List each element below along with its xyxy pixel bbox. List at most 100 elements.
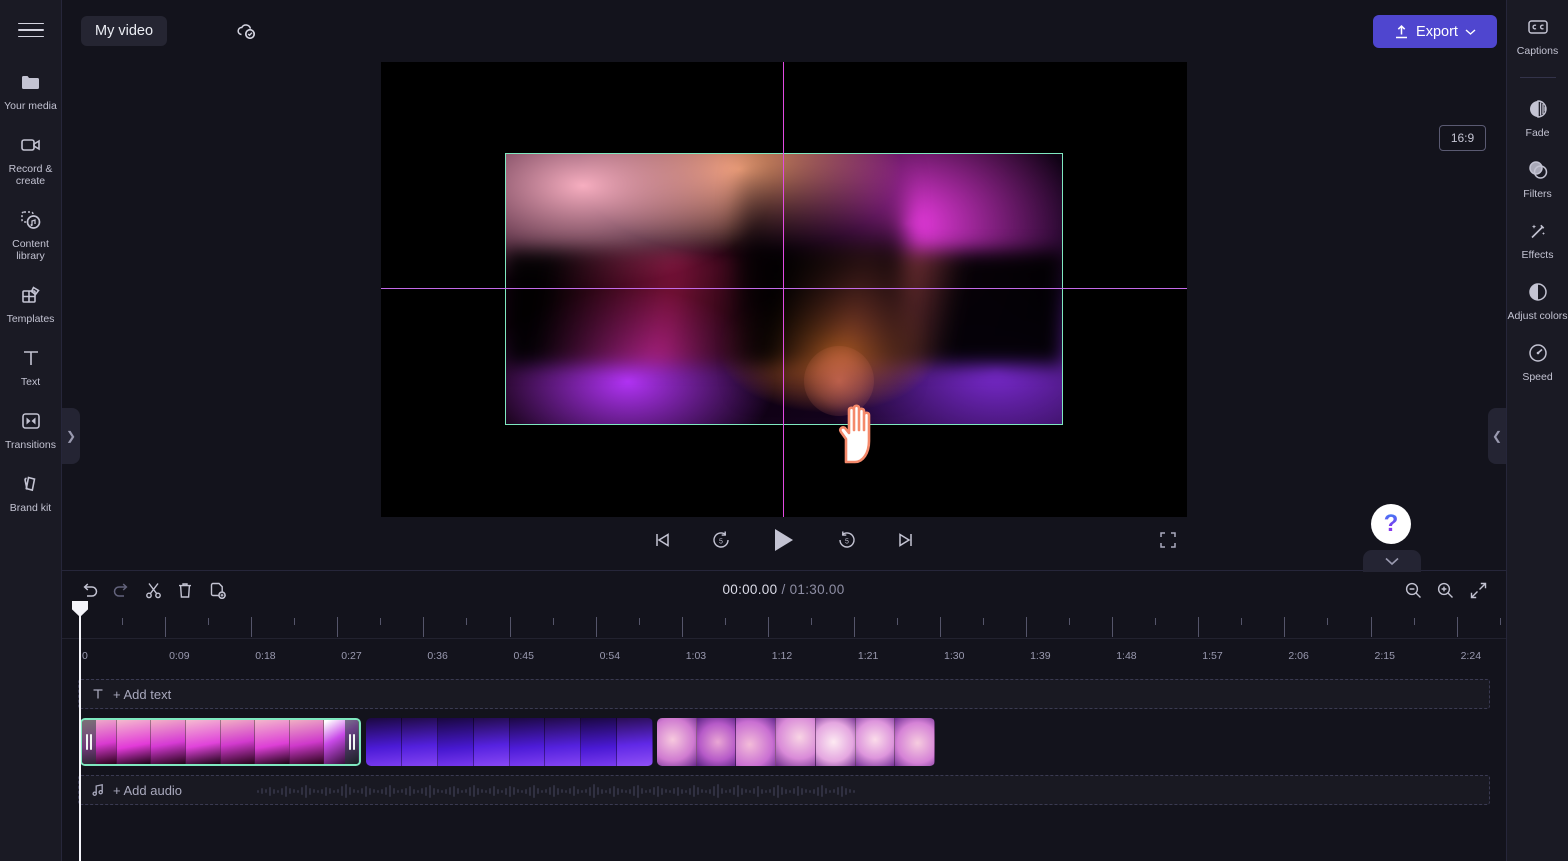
panel-divider — [1519, 77, 1556, 78]
brand-kit-icon — [18, 471, 44, 497]
right-sidebar: Captions Fade Filters Effects Adjust col… — [1506, 0, 1568, 861]
forward-5-button[interactable]: 5 — [831, 524, 863, 556]
undo-button[interactable] — [76, 578, 102, 602]
split-button[interactable] — [140, 578, 166, 602]
svg-text:5: 5 — [719, 539, 723, 546]
skip-to-end-button[interactable] — [890, 524, 922, 556]
redo-arrow-icon — [113, 583, 127, 597]
ruler-tick-minor — [552, 618, 554, 625]
add-text-track[interactable]: + Add text — [78, 679, 1490, 709]
help-button[interactable]: ? — [1371, 504, 1411, 544]
replay-5-icon: 5 — [713, 531, 729, 548]
ruler-tick-minor — [1327, 618, 1329, 625]
ruler-tick-minor — [122, 618, 124, 625]
current-time: 00:00.00 — [722, 582, 778, 597]
ruler-tick-minor — [380, 618, 382, 625]
sidebar-label: Templates — [6, 313, 55, 325]
export-button[interactable]: Export — [1373, 15, 1497, 48]
timeline-collapse-tab[interactable] — [1363, 550, 1421, 572]
sidebar-item-text[interactable]: Text — [0, 345, 62, 388]
sidebar-label: Text — [20, 376, 41, 388]
cloud-saved-check-icon[interactable] — [234, 20, 258, 42]
playback-controls-bar: 5 5 — [62, 518, 1506, 562]
vertical-alignment-guide — [783, 62, 785, 517]
ruler-tick-major — [509, 617, 511, 637]
zoom-out-button[interactable] — [1400, 578, 1426, 602]
ruler-tick-major — [251, 617, 253, 637]
export-label: Export — [1416, 23, 1458, 40]
fullscreen-expand-icon — [1160, 532, 1176, 548]
panel-label: Effects — [1521, 249, 1554, 261]
redo-button[interactable] — [108, 578, 134, 602]
clip-trim-handle-right[interactable] — [345, 720, 359, 764]
add-audio-track[interactable]: + Add audio — [78, 775, 1490, 805]
chevron-left-icon: ❮ — [1491, 429, 1503, 443]
magic-wand-icon — [1525, 218, 1551, 244]
panel-item-adjust-colors[interactable]: Adjust colors — [1507, 279, 1568, 322]
text-t-icon — [93, 689, 103, 699]
sidebar-label: Brand kit — [9, 502, 52, 514]
fullscreen-button[interactable] — [1152, 524, 1184, 556]
timeline-toolbar: 00:00.00 / 01:30.00 — [62, 571, 1506, 609]
timeline-clip-2[interactable] — [366, 718, 653, 766]
sidebar-item-your-media[interactable]: Your media — [0, 69, 62, 112]
rewind-5-button[interactable]: 5 — [705, 524, 737, 556]
duplicate-button[interactable] — [204, 578, 230, 602]
sidebar-item-content-library[interactable]: Content library — [0, 207, 62, 262]
add-audio-label: + Add audio — [113, 782, 183, 798]
panel-item-speed[interactable]: Speed — [1507, 340, 1568, 383]
audio-waveform-placeholder — [257, 782, 1457, 800]
timeline-clip-3[interactable] — [657, 718, 935, 766]
horizontal-alignment-guide — [381, 288, 1187, 290]
total-duration: 01:30.00 — [789, 582, 845, 597]
left-panel-collapse-handle[interactable]: ❯ — [62, 408, 80, 464]
chevron-right-icon: ❯ — [65, 429, 77, 443]
help-label: ? — [1383, 510, 1399, 537]
music-note-icon — [92, 784, 103, 796]
fit-to-screen-button[interactable] — [1465, 578, 1491, 602]
panel-item-captions[interactable]: Captions — [1507, 14, 1568, 57]
templates-icon — [18, 282, 44, 308]
aspect-ratio-badge[interactable]: 16:9 — [1439, 125, 1486, 151]
sidebar-label: Content library — [12, 238, 49, 262]
ruler-tick-major — [681, 617, 683, 637]
play-button[interactable] — [764, 520, 804, 560]
skip-next-icon — [899, 533, 912, 547]
project-title[interactable]: My video — [81, 16, 168, 46]
video-editor-app: Your media Record & create Content libra… — [0, 0, 1568, 861]
ruler-tick-major — [165, 617, 167, 637]
skip-previous-icon — [656, 533, 669, 547]
chevron-down-icon — [1385, 557, 1399, 565]
panel-label: Captions — [1516, 45, 1559, 57]
sidebar-item-record-create[interactable]: Record & create — [0, 132, 62, 187]
sidebar-item-templates[interactable]: Templates — [0, 282, 62, 325]
sidebar-label: Record & create — [8, 163, 53, 187]
panel-item-filters[interactable]: Filters — [1507, 157, 1568, 200]
ruler-tick-major — [1370, 617, 1372, 637]
delete-button[interactable] — [172, 578, 198, 602]
zoom-in-button[interactable] — [1432, 578, 1458, 602]
timeline-clip-1[interactable] — [80, 718, 361, 766]
transport-controls: 5 5 — [646, 518, 922, 562]
ruler-tick-minor — [1499, 618, 1501, 625]
clip-trim-handle-left[interactable] — [82, 720, 96, 764]
video-canvas[interactable] — [381, 62, 1187, 517]
ruler-tick-minor — [983, 618, 985, 625]
ruler-tick-minor — [208, 618, 210, 625]
ruler-tick-minor — [466, 618, 468, 625]
hamburger-menu-icon[interactable] — [17, 19, 44, 41]
timeline-ruler[interactable]: 0 0:09 0:18 0:27 0:36 0:45 0:54 1:03 1:12 1:21 1:3… — [62, 609, 1506, 662]
folder-icon — [18, 69, 44, 95]
ruler-tick-major — [337, 617, 339, 637]
ruler-tick-major — [767, 617, 769, 637]
sidebar-item-brand-kit[interactable]: Brand kit — [0, 471, 62, 514]
undo-arrow-icon — [83, 583, 97, 597]
sidebar-item-transitions[interactable]: Transitions — [0, 408, 62, 451]
left-sidebar: Your media Record & create Content libra… — [0, 0, 62, 861]
add-text-label: + Add text — [113, 686, 172, 702]
panel-item-effects[interactable]: Effects — [1507, 218, 1568, 261]
skip-to-start-button[interactable] — [646, 524, 678, 556]
panel-item-fade[interactable]: Fade — [1507, 96, 1568, 139]
ruler-tick-major — [595, 617, 597, 637]
right-panel-collapse-handle[interactable]: ❮ — [1488, 408, 1506, 464]
